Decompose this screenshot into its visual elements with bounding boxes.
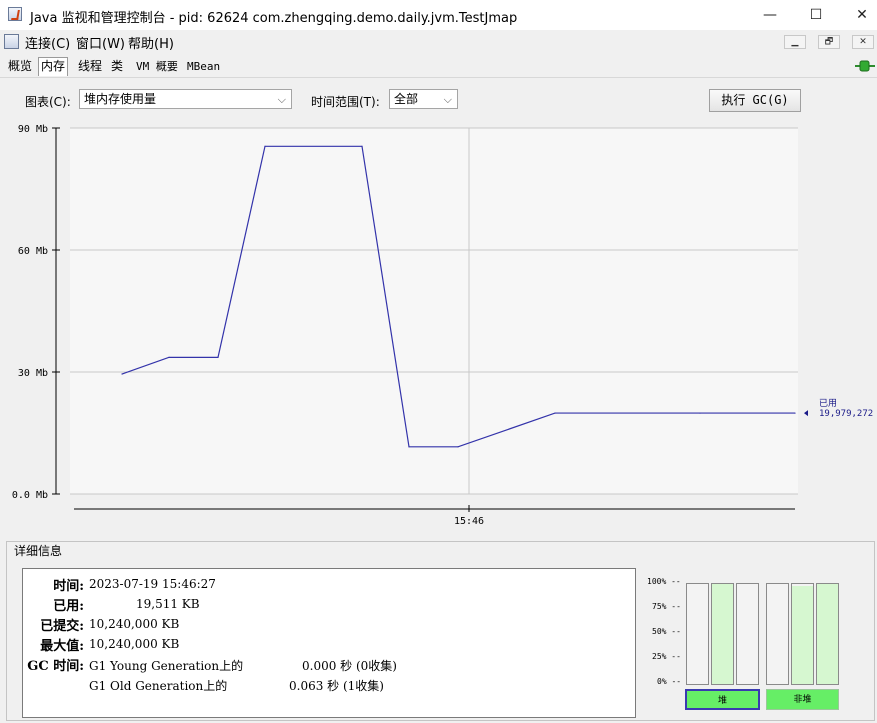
series-used-point-6 bbox=[457, 446, 459, 448]
perform-gc-button[interactable]: 执行 GC(G) bbox=[709, 89, 801, 112]
inner-close-button[interactable]: ✕ bbox=[852, 35, 874, 49]
maximize-button[interactable]: ☐ bbox=[793, 0, 839, 30]
chart-select-label: 图表(C): bbox=[25, 95, 71, 109]
time-range-value: 全部 bbox=[394, 92, 419, 106]
inner-restore-button[interactable]: 🗗 bbox=[818, 35, 840, 49]
series-used-point-2 bbox=[217, 356, 219, 358]
close-button[interactable]: ✕ bbox=[839, 0, 877, 30]
chart-select-value: 堆内存使用量 bbox=[84, 92, 157, 106]
tab-vm-summary[interactable]: VM 概要 bbox=[134, 58, 180, 75]
menu-window[interactable]: 窗口(W) bbox=[76, 33, 125, 52]
series-used-point-5 bbox=[408, 446, 410, 448]
chart-select[interactable]: 堆内存使用量 ⌵ bbox=[79, 89, 292, 109]
x-tick-label: 15:46 bbox=[454, 516, 484, 527]
pct-label-100: 100% -- bbox=[647, 577, 681, 586]
detail-label-used: 已用: bbox=[53, 599, 84, 614]
detail-value-committed: 10,240,000 KB bbox=[89, 617, 180, 631]
chevron-down-icon: ⌵ bbox=[277, 93, 286, 106]
gc-old-time: 0.063 秒 (1收集) bbox=[289, 679, 384, 693]
details-title: 详细信息 bbox=[12, 542, 65, 559]
series-used-label: 已用 bbox=[819, 398, 837, 409]
tab-classes[interactable]: 类 bbox=[109, 58, 125, 75]
plot-area bbox=[70, 128, 798, 494]
tab-mbean[interactable]: MBean bbox=[185, 58, 222, 75]
series-used-point-7 bbox=[554, 412, 556, 414]
heap-bar-3[interactable] bbox=[736, 583, 759, 685]
window-title: Java 监视和管理控制台 - pid: 62624 com.zhengqing… bbox=[30, 11, 518, 26]
pct-label-75: 75% -- bbox=[652, 602, 681, 611]
detail-value-time: 2023-07-19 15:46:27 bbox=[89, 577, 216, 591]
tab-threads[interactable]: 线程 bbox=[76, 58, 104, 75]
detail-value-used: 19,511 KB bbox=[136, 597, 200, 611]
series-used-point-1 bbox=[168, 356, 170, 358]
gc-young-time: 0.000 秒 (0收集) bbox=[302, 659, 397, 673]
heap-memory-chart: 0.0 Mb 30 Mb 60 Mb 90 Mb 15:46 已用 19,979,27… bbox=[12, 124, 873, 527]
gc-young-name: G1 Young Generation上的 bbox=[89, 659, 244, 673]
heap-bar-2[interactable] bbox=[711, 583, 734, 685]
nonheap-bar-1[interactable] bbox=[766, 583, 789, 685]
series-used-point-4 bbox=[361, 145, 363, 147]
detail-label-max: 最大值: bbox=[40, 639, 84, 654]
series-used-point-9 bbox=[794, 412, 796, 414]
heap-button[interactable]: 堆 bbox=[685, 689, 760, 710]
java-app-icon bbox=[8, 7, 22, 21]
nonheap-bar-2[interactable] bbox=[791, 583, 814, 685]
time-range-select[interactable]: 全部 ⌵ bbox=[389, 89, 458, 109]
series-used-point-3 bbox=[264, 145, 266, 147]
tab-memory[interactable]: 内存 bbox=[38, 57, 69, 76]
gc-old-name: G1 Old Generation上的 bbox=[89, 679, 228, 693]
tab-strip bbox=[0, 52, 877, 78]
tab-overview[interactable]: 概览 bbox=[6, 58, 34, 75]
nonheap-button[interactable]: 非堆 bbox=[766, 689, 839, 710]
connection-status-icon bbox=[855, 60, 875, 72]
pct-label-25: 25% -- bbox=[652, 652, 681, 661]
detail-value-max: 10,240,000 KB bbox=[89, 637, 180, 651]
y-tick-label: 60 Mb bbox=[18, 246, 48, 257]
time-range-label: 时间范围(T): bbox=[311, 95, 380, 109]
minimize-button[interactable]: — bbox=[747, 0, 793, 30]
series-used-value: 19,979,272 bbox=[819, 409, 873, 419]
pct-label-50: 50% -- bbox=[652, 627, 681, 636]
menu-help[interactable]: 帮助(H) bbox=[128, 33, 174, 52]
y-tick-label: 90 Mb bbox=[18, 124, 48, 135]
series-used-point-0 bbox=[121, 373, 123, 375]
nonheap-bar-3[interactable] bbox=[816, 583, 839, 685]
y-tick-label: 30 Mb bbox=[18, 368, 48, 379]
detail-label-time: 时间: bbox=[53, 579, 84, 594]
current-value-marker bbox=[804, 410, 808, 417]
menu-connect[interactable]: 连接(C) bbox=[25, 33, 70, 52]
chevron-down-icon: ⌵ bbox=[443, 93, 452, 106]
heap-bar-1[interactable] bbox=[686, 583, 709, 685]
pct-label-0: 0% -- bbox=[657, 677, 682, 686]
java-menu-icon[interactable] bbox=[4, 34, 19, 49]
inner-minimize-button[interactable]: ▁ bbox=[784, 35, 806, 49]
series-used-point-8 bbox=[699, 412, 701, 414]
detail-label-gc-time: GC 时间: bbox=[27, 659, 84, 674]
detail-label-committed: 已提交: bbox=[40, 619, 84, 634]
y-tick-label: 0.0 Mb bbox=[12, 490, 48, 501]
y-ticks: 0.0 Mb 30 Mb 60 Mb 90 Mb bbox=[12, 124, 60, 501]
